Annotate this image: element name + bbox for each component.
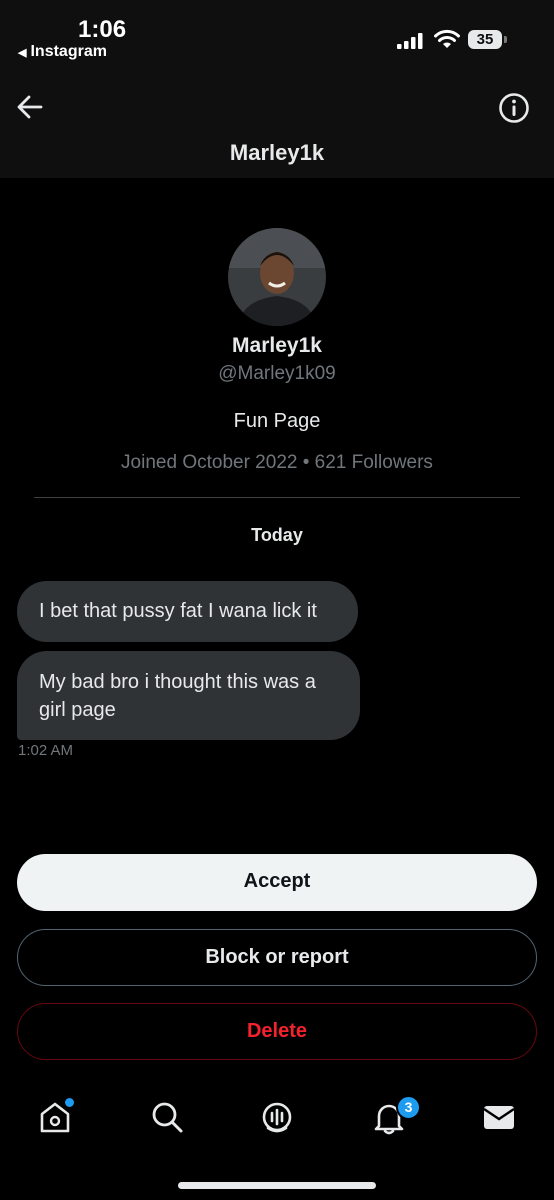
battery-indicator: 35 [468,30,502,49]
notifications-badge: 3 [396,1095,421,1120]
back-to-app-link[interactable]: ◀ Instagram [18,43,107,61]
block-or-report-button[interactable]: Block or report [17,929,537,986]
search-icon[interactable] [148,1098,186,1136]
cellular-signal-icon [397,33,423,49]
home-unread-dot [63,1096,76,1109]
message-bubble[interactable]: I bet that pussy fat I wana lick it [17,581,358,642]
back-triangle-icon: ◀ [18,47,27,59]
spaces-icon[interactable] [258,1098,296,1136]
battery-tip [504,36,507,43]
status-bar: 1:06 ◀ Instagram 35 [0,0,554,70]
delete-button[interactable]: Delete [17,1003,537,1060]
avatar[interactable] [228,228,326,326]
home-indicator [178,1182,376,1189]
page-title: Marley1k [229,140,325,165]
profile-meta: Joined October 2022 • 621 Followers [121,452,433,473]
profile-handle: @Marley1k09 [218,363,336,384]
avatar-image [228,228,326,326]
profile-bio: Fun Page [233,410,321,432]
profile-name: Marley1k [232,334,322,357]
status-time: 1:06 [78,16,127,43]
accept-button[interactable]: Accept [17,854,537,911]
message-timestamp: 1:02 AM [18,742,74,759]
messages-icon[interactable] [480,1098,518,1136]
date-separator: Today [251,525,303,545]
back-app-label: Instagram [30,43,107,60]
conversation-header: Marley1k [0,70,554,178]
divider [34,497,520,498]
back-arrow-icon[interactable] [14,91,46,123]
message-bubble[interactable]: My bad bro i thought this was a girl pag… [17,651,360,740]
wifi-icon [434,29,460,48]
info-icon[interactable] [497,91,531,125]
